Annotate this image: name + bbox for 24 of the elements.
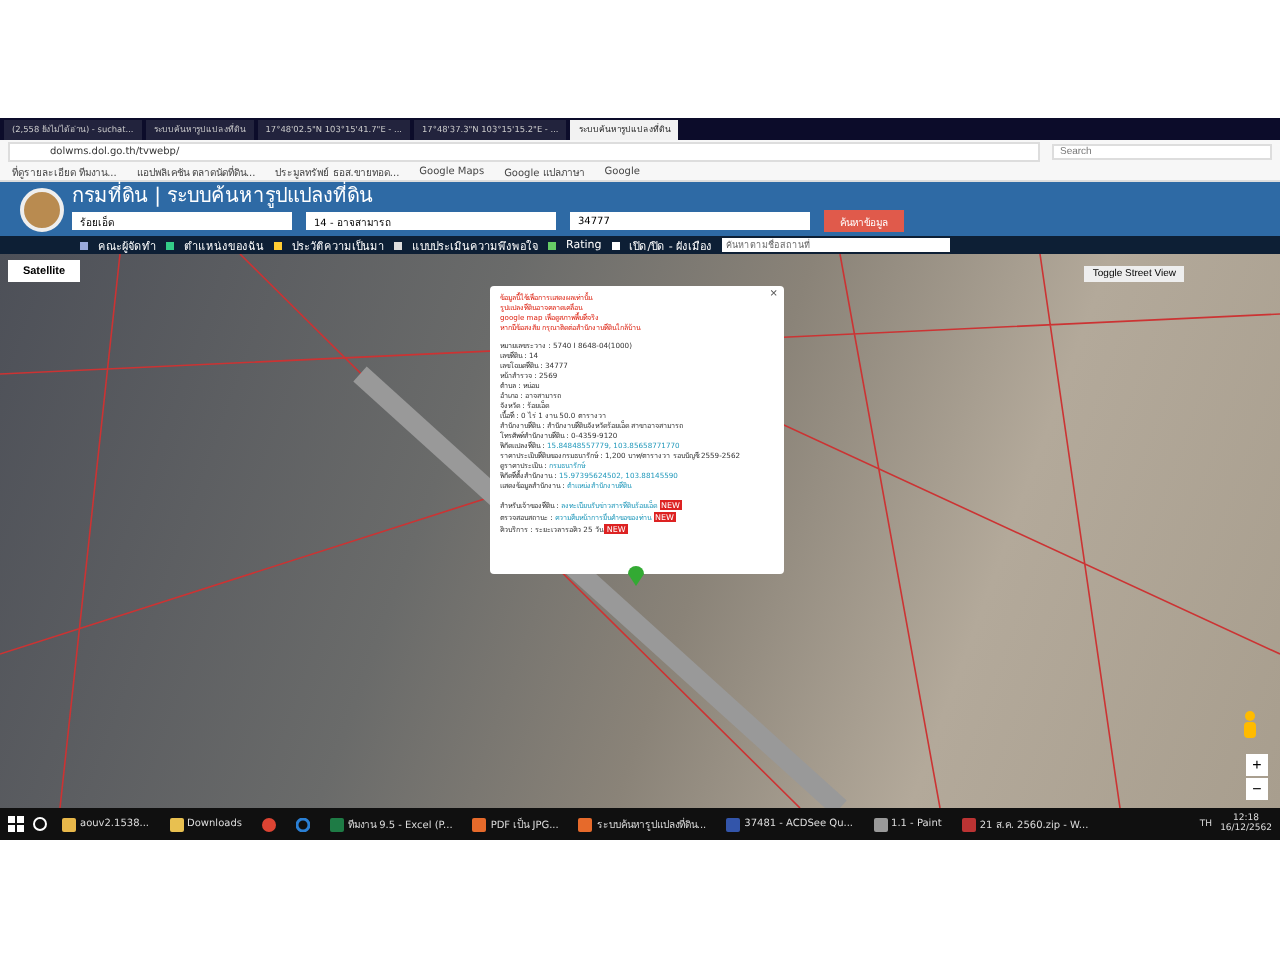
nav-icon <box>80 241 88 249</box>
start-icon[interactable] <box>8 816 24 832</box>
app-icon <box>472 817 487 831</box>
app-icon <box>961 817 976 831</box>
app-icon <box>726 817 741 831</box>
site-title: กรมที่ดิน | ระบบค้นหารูปแปลงที่ดิน <box>72 186 904 208</box>
nav-icon <box>166 241 174 249</box>
nav-icon <box>274 241 282 249</box>
app-icon <box>169 817 184 831</box>
logo-icon <box>20 187 64 231</box>
app-icon <box>329 817 344 831</box>
zoom-in-button[interactable]: + <box>1246 754 1268 776</box>
satellite-map[interactable] <box>0 254 1280 808</box>
nav-icon <box>394 241 402 249</box>
nav-icon <box>611 241 620 249</box>
app-icon <box>873 817 888 831</box>
search-icon[interactable] <box>32 816 48 832</box>
zoom-out-button[interactable]: − <box>1246 778 1268 800</box>
app-icon <box>62 817 76 831</box>
nav-icon <box>548 241 556 249</box>
app-icon <box>295 817 310 831</box>
app-icon <box>578 817 593 831</box>
location-pin-icon <box>628 566 644 586</box>
app-icon <box>261 817 276 831</box>
